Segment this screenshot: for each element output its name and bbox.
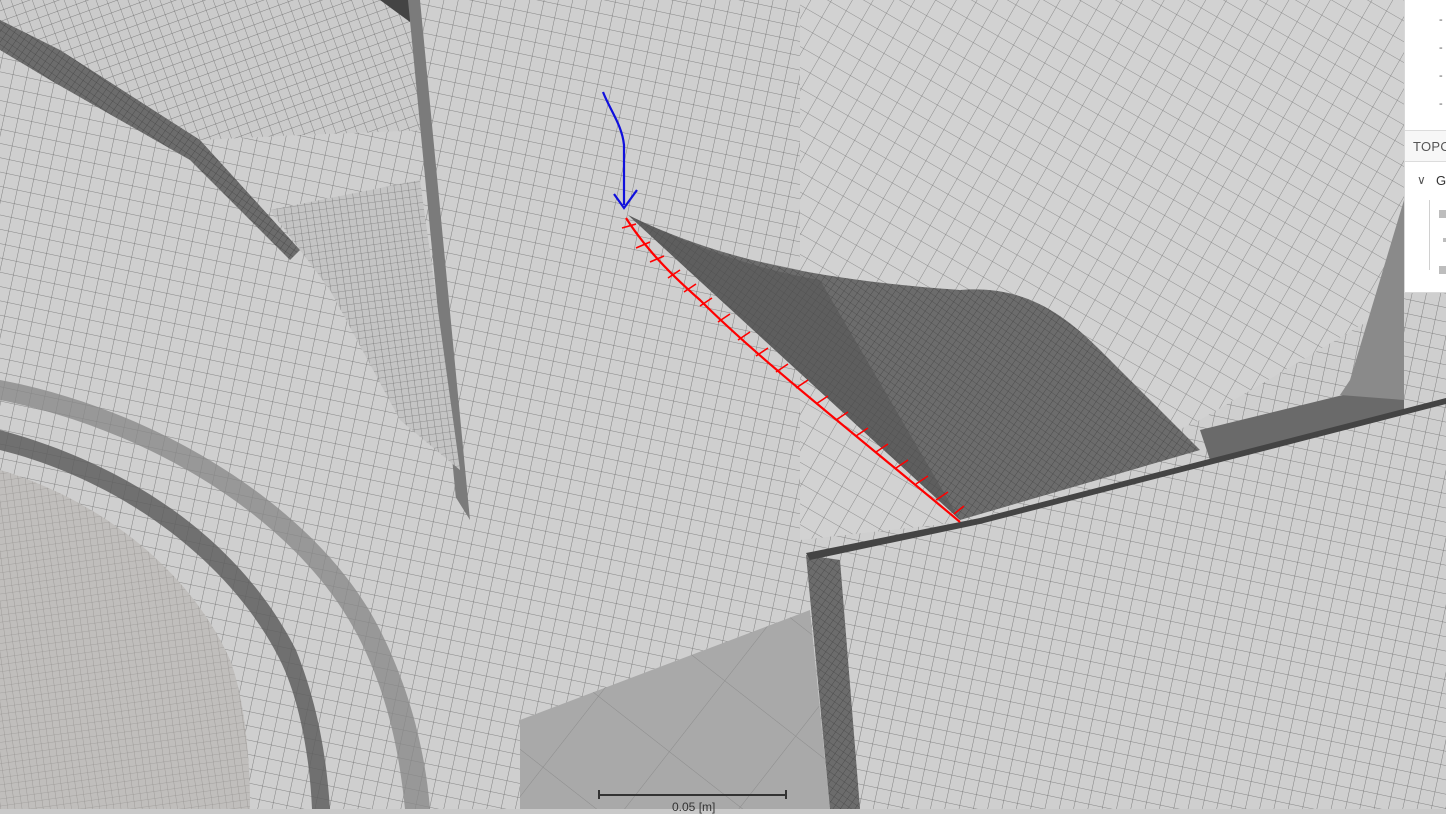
mesh-scene[interactable]: [0, 0, 1446, 809]
topology-section-label: TOPO: [1413, 139, 1446, 154]
tree-row-stub[interactable]: -: [1439, 71, 1446, 82]
tree-connector-line: [1429, 200, 1430, 270]
scale-bar-tick: [785, 790, 787, 799]
tree-row-stub[interactable]: -: [1439, 15, 1446, 26]
tree-child-icon[interactable]: [1439, 266, 1446, 274]
tree-group-label: G: [1436, 173, 1446, 188]
scale-bar-label: 0.05 [m]: [672, 800, 716, 814]
tree-child-icon[interactable]: [1439, 210, 1446, 218]
chevron-down-icon[interactable]: ∨: [1417, 173, 1426, 187]
tree-row-stub[interactable]: -: [1439, 43, 1446, 54]
3d-viewport[interactable]: [0, 0, 1446, 809]
tree-group-row[interactable]: ∨ G: [1405, 168, 1446, 194]
topology-section-header[interactable]: TOPO: [1405, 130, 1446, 162]
scale-bar: 0.05 [m]: [598, 790, 788, 814]
tree-row-stub[interactable]: -: [1439, 99, 1446, 110]
scale-bar-line: [598, 794, 786, 796]
right-tree-panel: - - - - TOPO ∨ G: [1404, 0, 1446, 293]
scale-bar-tick: [598, 790, 600, 799]
